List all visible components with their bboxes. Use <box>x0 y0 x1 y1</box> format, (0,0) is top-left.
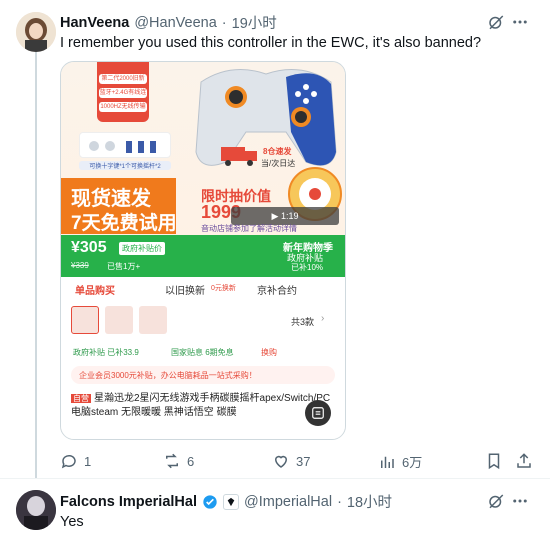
tag-swap: 换购 <box>261 348 277 357</box>
spec-label: 1000HZ无线传输 <box>99 102 147 112</box>
handle[interactable]: @HanVeena <box>134 15 216 31</box>
price: ¥305 <box>71 239 107 256</box>
reply-count: 1 <box>84 453 92 469</box>
reply-button[interactable]: 1 <box>60 452 91 470</box>
notice-bar[interactable]: 企业会员3000元补贴，办公电脑耗品一站式采购！ <box>71 366 335 384</box>
retweet-icon <box>166 453 178 469</box>
tab-badge: 0元换新 <box>211 285 236 292</box>
promo-sub: 7天免费试用 <box>71 213 177 234</box>
spec-label: 第二代2000旧新机 <box>99 74 147 84</box>
more-options-icon[interactable] <box>510 491 530 511</box>
like-button[interactable]: 37 <box>272 452 310 470</box>
retweet-button[interactable]: 6 <box>163 452 194 470</box>
share-icon <box>517 453 531 468</box>
accessories-caption: 可换十字键*1个可换摇杆*2 <box>79 161 171 170</box>
chevron-right-icon[interactable]: › <box>321 313 324 324</box>
notice-text: 企业会员3000元补贴，办公电脑耗品一站式采购！ <box>79 370 257 380</box>
tab-contract[interactable]: 京补合约 <box>257 282 297 297</box>
variant-thumb[interactable] <box>105 306 133 334</box>
variant-count[interactable]: 共3款 <box>291 315 314 328</box>
thread-connector-line <box>35 50 37 478</box>
sold-count: 已售1万+ <box>107 262 141 271</box>
bookmark-button[interactable] <box>485 452 503 470</box>
avatar[interactable] <box>16 490 56 530</box>
tag-interest: 国家贴息 6期免息 <box>171 348 234 357</box>
views-count: 6万 <box>402 455 423 470</box>
price-tag: 政府补贴价 <box>119 242 165 255</box>
truck-icon <box>221 147 257 166</box>
video-duration: ▶ 1:19 <box>271 210 299 221</box>
tweet-text: Yes <box>60 514 84 530</box>
hot-line: 音动店铺参加了解活动详情 <box>201 224 297 233</box>
affiliate-badge-icon[interactable] <box>223 493 239 510</box>
like-count: 37 <box>296 453 311 469</box>
variant-thumb[interactable] <box>71 306 99 334</box>
image-alt-button[interactable] <box>305 400 331 426</box>
handle[interactable]: @ImperialHal <box>244 494 332 510</box>
tweet-actions: 1 6 37 6万 <box>60 452 540 472</box>
self-operated-badge: 自营 <box>71 394 91 403</box>
tweet-text: I remember you used this controller in t… <box>60 35 482 51</box>
image-description-icon <box>312 407 324 419</box>
share-button[interactable] <box>515 452 533 470</box>
tweet-image[interactable]: 第二代2000旧新机 蓝牙+2.4G有线连接 1000HZ无线传输 可换十字键*… <box>60 61 346 440</box>
spec-label: 蓝牙+2.4G有线连接 <box>99 88 147 98</box>
separator-dot: · <box>337 493 342 510</box>
grok-icon[interactable] <box>486 491 506 511</box>
product-title: 自营 星瀚迅龙2星闪无线游戏手柄碳膜摇杆apex/Switch/PC电脑steam… <box>71 392 333 420</box>
avatar[interactable] <box>16 12 56 52</box>
timestamp[interactable]: 18小时 <box>347 491 392 512</box>
more-options-icon[interactable] <box>510 12 530 32</box>
variant-thumb[interactable] <box>139 306 167 334</box>
display-name[interactable]: Falcons ImperialHal <box>60 494 197 510</box>
heart-icon <box>274 455 288 468</box>
timestamp[interactable]: 19小时 <box>232 12 277 33</box>
promo-main: 现货速发 <box>71 188 151 210</box>
tab-single[interactable]: 单品购买 <box>75 282 115 297</box>
accessories-strip <box>79 132 171 158</box>
reply-icon <box>61 454 76 469</box>
views-button[interactable]: 6万 <box>378 452 422 471</box>
grok-icon[interactable] <box>486 12 506 32</box>
express-label: 8仓速发 <box>263 147 292 156</box>
original-price: ¥339 <box>71 261 89 270</box>
retweet-count: 6 <box>187 453 195 469</box>
bookmark-icon <box>488 453 500 470</box>
verified-badge-icon <box>202 494 218 510</box>
subsidy-pct: 已补10% <box>291 263 324 272</box>
tag-subsidy: 政府补贴 已补33.9 <box>73 348 139 357</box>
product-title-text: 星瀚迅龙2星闪无线游戏手柄碳膜摇杆apex/Switch/PC电脑steam 无… <box>71 393 331 418</box>
separator-dot: · <box>221 14 227 31</box>
tab-trade-in[interactable]: 以旧换新 <box>165 282 205 297</box>
divider <box>0 478 550 479</box>
display-name[interactable]: HanVeena <box>60 15 129 31</box>
views-icon <box>381 456 394 468</box>
